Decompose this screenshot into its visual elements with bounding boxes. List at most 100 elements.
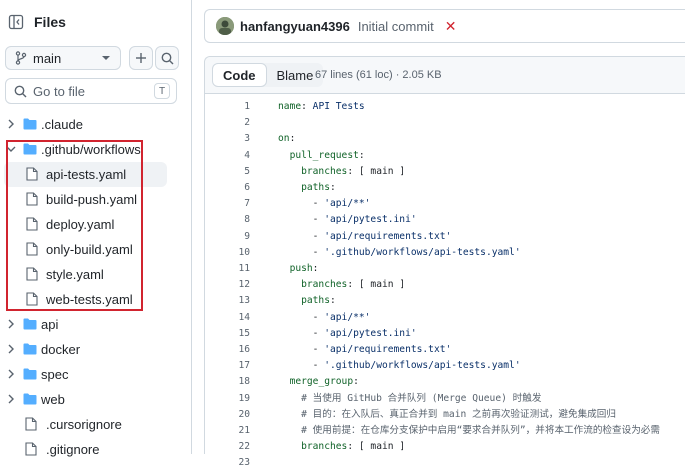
line-number[interactable]: 13 (220, 293, 250, 309)
code-line: 20 # 目的：在入队后、真正合并到 main 之前再次验证测试，避免集成回归 (205, 407, 685, 423)
tree-item-label: style.yaml (46, 267, 104, 282)
tab-code[interactable]: Code (212, 63, 267, 87)
line-content: - '.github/workflows/api-tests.yaml' (312, 246, 521, 258)
chevron-right-icon[interactable] (7, 118, 15, 130)
chevron-right-icon[interactable] (7, 368, 15, 380)
line-number[interactable]: 6 (220, 180, 250, 196)
tree-item-api[interactable]: api (0, 312, 168, 337)
code-line: 23 (205, 455, 685, 471)
shortcut-key-badge: T (154, 83, 170, 99)
latest-commit-bar: hanfangyuan4396 Initial commit ✕ (204, 9, 685, 43)
branch-selector[interactable]: main (5, 46, 121, 70)
code-line: 22 branches: [ main ] (205, 439, 685, 455)
tree-item-deploy-yaml[interactable]: deploy.yaml (0, 212, 168, 237)
git-branch-icon (15, 51, 27, 65)
tree-item-label: api (41, 317, 59, 332)
line-content: pull_request: (289, 149, 365, 161)
line-content: # 使用前提：在仓库分支保护中启用“要求合并队列”，并将本工作流的检查设为必需 (301, 425, 660, 436)
commit-message[interactable]: Initial commit (358, 19, 434, 34)
collapse-sidebar-icon[interactable] (6, 12, 26, 32)
code-header: Code Blame 67 lines (61 loc) · 2.05 KB (205, 57, 685, 94)
tree-item-label: docker (41, 342, 81, 357)
line-number[interactable]: 12 (220, 277, 250, 293)
code-line: 21 # 使用前提：在仓库分支保护中启用“要求合并队列”，并将本工作流的检查设为… (205, 423, 685, 439)
line-number[interactable]: 2 (220, 115, 250, 131)
file-icon (25, 417, 37, 431)
code-line: 6 paths: (205, 180, 685, 196)
tree-item-label: web (41, 392, 65, 407)
line-number[interactable]: 22 (220, 439, 250, 455)
tree-item-github-workflows[interactable]: .github/workflows (0, 137, 168, 162)
line-content: on: (278, 133, 296, 145)
tree-item-claude[interactable]: .claude (0, 112, 168, 137)
search-button[interactable] (155, 46, 179, 70)
avatar[interactable] (216, 17, 234, 35)
line-content: branches: [ main ] (301, 165, 406, 177)
line-content: # 当使用 GitHub 合并队列 (Merge Queue) 时触发 (301, 392, 542, 404)
line-number[interactable]: 5 (220, 164, 250, 180)
tree-item-spec[interactable]: spec (0, 362, 168, 387)
tree-item-web-tests-yaml[interactable]: web-tests.yaml (0, 287, 168, 312)
code-line: 3 on: (205, 131, 685, 147)
file-meta: 67 lines (61 loc) · 2.05 KB (315, 69, 442, 81)
chevron-down-icon[interactable] (5, 143, 17, 155)
tree-item-docker[interactable]: docker (0, 337, 168, 362)
code-line: 11 push: (205, 261, 685, 277)
folder-icon (23, 318, 37, 330)
go-to-file-placeholder: Go to file (33, 83, 86, 99)
code-line: 13 paths: (205, 293, 685, 309)
line-number[interactable]: 18 (220, 374, 250, 390)
line-number[interactable]: 11 (220, 261, 250, 277)
line-content: - 'api/**' (312, 311, 371, 323)
tree-item-build-push-yaml[interactable]: build-push.yaml (0, 187, 168, 212)
line-number[interactable]: 17 (220, 358, 250, 374)
line-number[interactable]: 16 (220, 342, 250, 358)
line-number[interactable]: 1 (220, 99, 250, 115)
line-number[interactable]: 4 (220, 148, 250, 164)
line-content: paths: (301, 182, 336, 193)
line-number[interactable]: 21 (220, 423, 250, 439)
tree-item-cursorignore[interactable]: .cursorignore (0, 412, 168, 437)
file-tree-sidebar: Files main Go to file T .claude .github/w… (0, 0, 192, 457)
tree-item-label: .claude (41, 117, 83, 132)
tree-item-only-build-yaml[interactable]: only-build.yaml (0, 237, 168, 262)
line-number[interactable]: 3 (220, 131, 250, 147)
line-content: merge_group: (289, 376, 359, 388)
code-line: 5 branches: [ main ] (205, 164, 685, 180)
line-number[interactable]: 19 (220, 391, 250, 407)
tree-item-web[interactable]: web (0, 387, 168, 412)
line-number[interactable]: 10 (220, 245, 250, 261)
tree-item-api-tests-yaml[interactable]: api-tests.yaml (4, 162, 167, 187)
tree-item-label: deploy.yaml (46, 217, 115, 232)
folder-open-icon (23, 143, 37, 155)
tree-item-label: web-tests.yaml (46, 292, 133, 307)
line-number[interactable]: 15 (220, 326, 250, 342)
line-content: paths: (301, 295, 336, 307)
branch-name: main (33, 50, 62, 66)
add-file-button[interactable] (129, 46, 153, 70)
tree-item-style-yaml[interactable]: style.yaml (0, 262, 168, 287)
code-viewer: Code Blame 67 lines (61 loc) · 2.05 KB 1… (204, 56, 685, 468)
line-number[interactable]: 8 (220, 212, 250, 228)
code-line: 15 - 'api/pytest.ini' (205, 326, 685, 342)
line-number[interactable]: 20 (220, 407, 250, 423)
tree-item-label: build-push.yaml (46, 192, 138, 207)
chevron-right-icon[interactable] (7, 393, 15, 405)
line-number[interactable]: 23 (220, 455, 250, 471)
chevron-right-icon[interactable] (7, 343, 15, 355)
code-line: 4 pull_request: (205, 148, 685, 164)
line-content: - 'api/requirements.txt' (312, 230, 452, 242)
line-content: - 'api/pytest.ini' (312, 214, 417, 226)
code-line: 19 # 当使用 GitHub 合并队列 (Merge Queue) 时触发 (205, 391, 685, 407)
tree-item-gitignore[interactable]: .gitignore (0, 437, 168, 462)
file-icon (26, 167, 38, 181)
commit-author[interactable]: hanfangyuan4396 (240, 19, 350, 34)
file-icon (26, 192, 38, 206)
failed-check-icon[interactable]: ✕ (445, 18, 457, 35)
line-number[interactable]: 14 (220, 310, 250, 326)
folder-icon (23, 393, 37, 405)
line-number[interactable]: 9 (220, 229, 250, 245)
chevron-right-icon[interactable] (7, 318, 15, 330)
line-number[interactable]: 7 (220, 196, 250, 212)
go-to-file-input[interactable]: Go to file T (5, 78, 177, 104)
